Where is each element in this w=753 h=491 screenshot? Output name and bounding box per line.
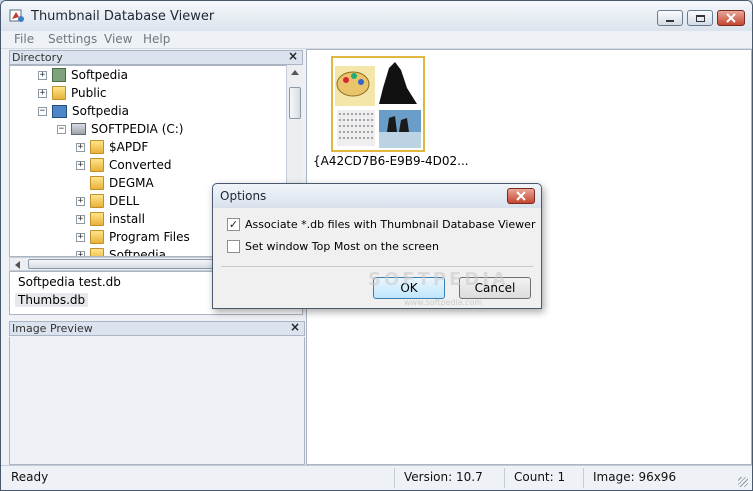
tree-node-label: Softpedia <box>109 248 166 257</box>
tree-node[interactable]: DEGMA <box>90 174 154 192</box>
maximize-icon <box>695 14 705 22</box>
thumbnail-image[interactable] <box>331 56 425 152</box>
menu-settings[interactable]: Settings <box>48 32 97 46</box>
resize-grip-icon[interactable] <box>738 477 748 487</box>
window-title: Thumbnail Database Viewer <box>31 9 215 24</box>
folder-icon <box>90 158 104 172</box>
image-preview-area <box>9 337 305 465</box>
tree-node[interactable]: + Softpedia <box>38 66 128 84</box>
folder-icon <box>90 212 104 226</box>
expand-icon[interactable]: + <box>38 70 47 80</box>
tree-node[interactable]: − Softpedia <box>38 102 129 120</box>
folder-icon <box>90 194 104 208</box>
close-button[interactable] <box>717 10 745 26</box>
tree-node[interactable]: + Converted <box>76 156 171 174</box>
close-icon <box>516 191 526 201</box>
dialog-divider <box>221 266 533 267</box>
scroll-thumb[interactable] <box>289 87 301 119</box>
tree-node-label: DEGMA <box>109 176 154 190</box>
status-divider <box>394 468 395 488</box>
tree-node[interactable]: + Softpedia <box>76 246 166 257</box>
folder-icon <box>90 230 104 244</box>
status-image-size: Image: 96x96 <box>593 470 677 484</box>
dialog-title: Options <box>220 189 267 203</box>
expand-icon[interactable]: + <box>76 160 85 170</box>
tree-node-label: install <box>109 212 145 226</box>
menu-help[interactable]: Help <box>143 32 170 46</box>
menu-bar: File Settings View Help <box>1 31 752 49</box>
folder-icon <box>90 176 104 190</box>
maximize-button[interactable] <box>687 10 713 26</box>
dialog-close-button[interactable] <box>507 188 535 204</box>
status-text: Ready <box>11 470 49 484</box>
tree-node-label: DELL <box>109 194 140 208</box>
app-window: Thumbnail Database Viewer File Settings … <box>0 0 753 491</box>
tree-node-label: Public <box>71 86 107 100</box>
preview-panel-header: Image Preview × <box>9 321 305 336</box>
scroll-left-icon[interactable] <box>15 261 20 269</box>
app-icon <box>9 8 25 24</box>
tree-node-label: Softpedia <box>72 104 129 118</box>
tree-node-label: $APDF <box>109 140 149 154</box>
minimize-icon <box>666 20 674 22</box>
top-most-checkbox[interactable] <box>227 240 240 253</box>
expand-icon[interactable]: + <box>76 232 85 242</box>
status-count: Count: 1 <box>514 470 566 484</box>
thumbnail-caption: {A42CD7B6-E9B9-4D02... <box>313 154 469 168</box>
expand-icon[interactable]: + <box>76 214 85 224</box>
tree-node-label: Program Files <box>109 230 190 244</box>
collapse-icon[interactable]: − <box>57 124 66 134</box>
scroll-thumb[interactable] <box>28 259 228 269</box>
expand-icon[interactable]: + <box>76 142 85 152</box>
expand-icon[interactable]: + <box>76 196 85 206</box>
tree-node[interactable]: + Public <box>38 84 107 102</box>
title-bar[interactable]: Thumbnail Database Viewer <box>1 1 752 31</box>
folder-icon <box>90 248 104 256</box>
preview-panel-title: Image Preview <box>12 322 93 335</box>
directory-panel-title: Directory <box>12 51 63 64</box>
tree-node-label: Softpedia <box>71 68 128 82</box>
tree-node-label: Converted <box>109 158 172 172</box>
preview-panel-close-icon[interactable]: × <box>290 321 300 334</box>
watermark-url: www.softpedia.com <box>404 298 483 307</box>
status-divider <box>504 468 505 488</box>
status-bar: Ready Version: 10.7 Count: 1 Image: 96x9… <box>1 465 752 490</box>
menu-view[interactable]: View <box>104 32 132 46</box>
tree-node[interactable]: + $APDF <box>76 138 148 156</box>
minimize-button[interactable] <box>657 10 683 26</box>
options-dialog: Options ✓ Associate *.db files with Thum… <box>212 183 542 309</box>
tree-node[interactable]: − SOFTPEDIA (C:) <box>57 120 184 138</box>
drive-icon <box>52 68 66 82</box>
top-most-option[interactable]: Set window Top Most on the screen <box>227 240 439 253</box>
tree-node[interactable]: + install <box>76 210 145 228</box>
folder-icon <box>52 86 66 100</box>
collapse-icon[interactable]: − <box>38 106 47 116</box>
tree-node[interactable]: + Program Files <box>76 228 190 246</box>
list-item[interactable]: Softpedia test.db <box>18 275 121 289</box>
dialog-title-bar[interactable]: Options <box>213 184 541 208</box>
directory-panel-header: Directory × <box>9 50 303 65</box>
menu-file[interactable]: File <box>14 32 34 46</box>
close-icon <box>726 13 736 23</box>
status-version: Version: 10.7 <box>404 470 483 484</box>
drive-icon <box>71 123 86 135</box>
top-most-label: Set window Top Most on the screen <box>245 240 439 253</box>
directory-panel-close-icon[interactable]: × <box>288 50 298 63</box>
associate-db-checkbox[interactable]: ✓ <box>227 218 240 231</box>
expand-icon[interactable]: + <box>38 88 47 98</box>
watermark: SOFTPEDIA <box>368 269 509 290</box>
associate-db-label: Associate *.db files with Thumbnail Data… <box>245 218 536 231</box>
computer-icon <box>52 104 67 118</box>
scroll-up-icon[interactable] <box>291 70 299 75</box>
list-item-selected[interactable]: Thumbs.db <box>15 293 89 307</box>
tree-node[interactable]: + DELL <box>76 192 139 210</box>
status-divider <box>583 468 584 488</box>
associate-db-option[interactable]: ✓ Associate *.db files with Thumbnail Da… <box>227 218 535 231</box>
tree-node-label: SOFTPEDIA (C:) <box>91 122 184 136</box>
folder-icon <box>90 140 104 154</box>
